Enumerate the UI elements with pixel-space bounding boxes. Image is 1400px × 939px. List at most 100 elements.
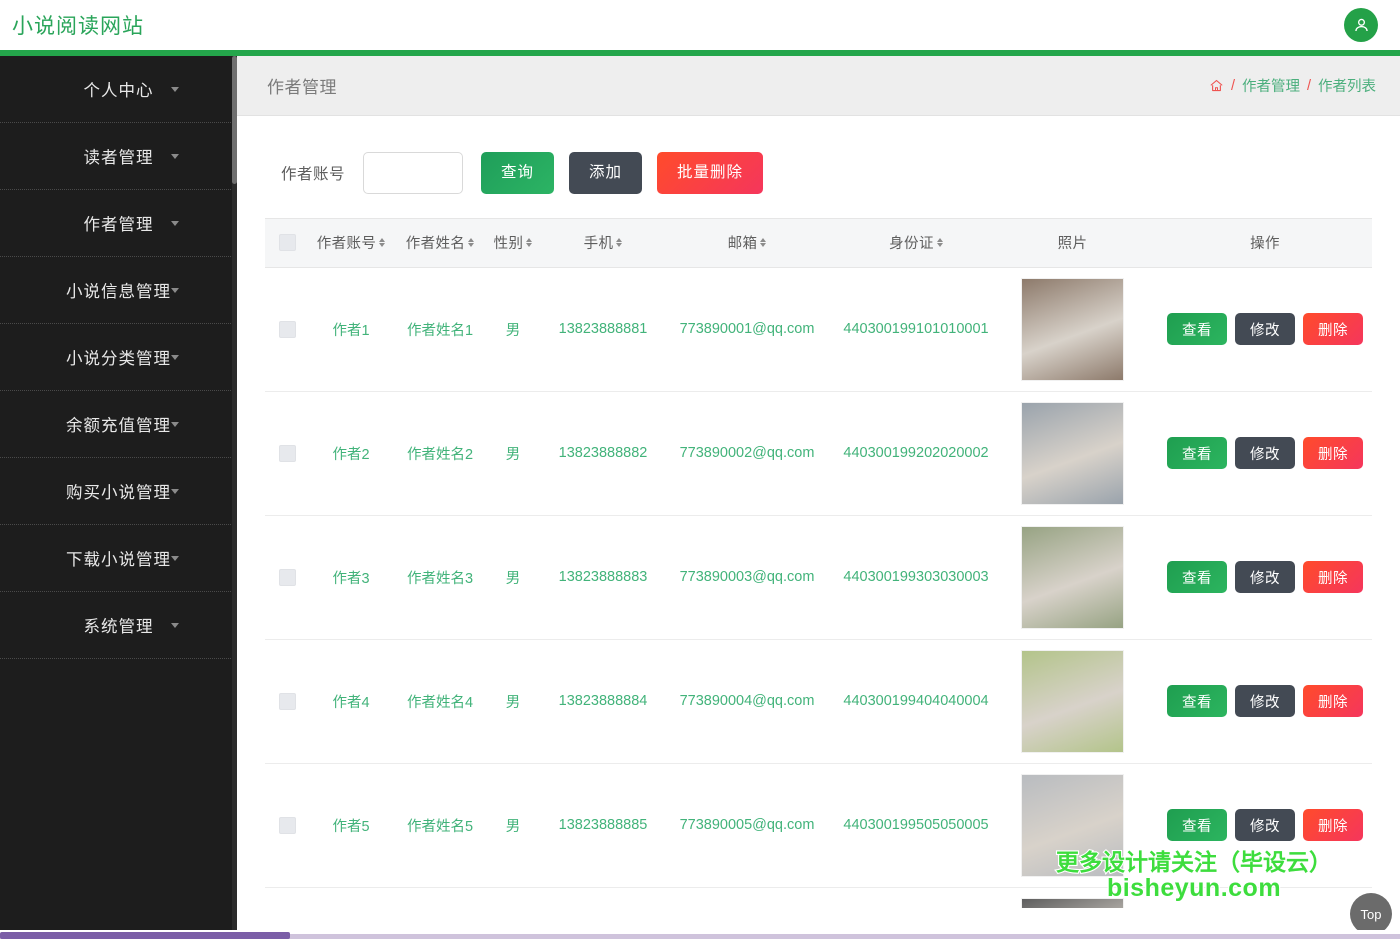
- cell-email[interactable]: 773890003@qq.com: [667, 515, 827, 640]
- row-checkbox[interactable]: [278, 568, 296, 586]
- add-button[interactable]: 添加: [569, 152, 643, 194]
- horizontal-scrollbar[interactable]: [0, 930, 1400, 939]
- home-icon[interactable]: [1209, 78, 1224, 93]
- sort-icon[interactable]: [379, 238, 386, 248]
- scroll-to-top-button[interactable]: Top: [1350, 893, 1392, 935]
- delete-button[interactable]: 删除: [1303, 313, 1363, 345]
- cell-account[interactable]: 作者4: [309, 639, 393, 764]
- edit-button[interactable]: 修改: [1235, 313, 1295, 345]
- row-checkbox-cell[interactable]: [265, 887, 309, 908]
- row-checkbox[interactable]: [278, 816, 296, 834]
- cell-account[interactable]: 作者3: [309, 515, 393, 640]
- cell-name[interactable]: 作者姓名6: [393, 887, 487, 908]
- sidebar-item-balance-recharge-management[interactable]: 余额充值管理: [0, 391, 237, 458]
- cell-email[interactable]: 773890001@qq.com: [667, 267, 827, 392]
- author-photo[interactable]: [1021, 897, 1124, 908]
- cell-name[interactable]: 作者姓名2: [393, 391, 487, 516]
- edit-button[interactable]: 修改: [1235, 561, 1295, 593]
- sort-icon[interactable]: [616, 238, 623, 248]
- cell-email[interactable]: 773890002@qq.com: [667, 391, 827, 516]
- breadcrumb-item-author-management[interactable]: 作者管理: [1242, 75, 1300, 96]
- cell-phone[interactable]: 13823888884: [539, 639, 667, 764]
- cell-phone[interactable]: 13823888881: [539, 267, 667, 392]
- delete-button[interactable]: 删除: [1303, 561, 1363, 593]
- cell-photo[interactable]: [1005, 267, 1140, 392]
- view-button[interactable]: 查看: [1167, 437, 1227, 469]
- cell-id-card[interactable]: 440300199303030003: [827, 515, 1005, 640]
- cell-phone[interactable]: 13823888883: [539, 515, 667, 640]
- cell-name[interactable]: 作者姓名4: [393, 639, 487, 764]
- select-all-checkbox[interactable]: [278, 234, 296, 252]
- sort-icon[interactable]: [760, 238, 767, 248]
- cell-account[interactable]: 作者1: [309, 267, 393, 392]
- cell-account[interactable]: 作者6: [309, 887, 393, 908]
- cell-id-card[interactable]: 440300199505050005: [827, 763, 1005, 888]
- th-select-all[interactable]: [265, 219, 309, 268]
- cell-id-card[interactable]: 440300199202020002: [827, 391, 1005, 516]
- cell-photo[interactable]: [1005, 887, 1140, 908]
- cell-phone[interactable]: 13823888885: [539, 763, 667, 888]
- th-phone[interactable]: 手机: [539, 219, 667, 268]
- view-button[interactable]: 查看: [1167, 685, 1227, 717]
- query-button[interactable]: 查询: [481, 152, 555, 194]
- view-button[interactable]: 查看: [1167, 313, 1227, 345]
- cell-email[interactable]: 773890005@qq.com: [667, 763, 827, 888]
- sidebar-item-purchase-novel-management[interactable]: 购买小说管理: [0, 458, 237, 525]
- th-account[interactable]: 作者账号: [309, 219, 393, 268]
- row-checkbox-cell[interactable]: [265, 391, 309, 516]
- row-checkbox-cell[interactable]: [265, 515, 309, 640]
- sidebar-item-reader-management[interactable]: 读者管理: [0, 123, 237, 190]
- sidebar-item-author-management[interactable]: 作者管理: [0, 190, 237, 257]
- cell-photo[interactable]: [1005, 639, 1140, 764]
- cell-account[interactable]: 作者5: [309, 763, 393, 888]
- delete-button[interactable]: 删除: [1303, 437, 1363, 469]
- th-email[interactable]: 邮箱: [667, 219, 827, 268]
- horizontal-scrollbar-thumb[interactable]: [0, 932, 290, 939]
- sort-icon[interactable]: [526, 238, 533, 248]
- th-gender[interactable]: 性别: [487, 219, 539, 268]
- search-input[interactable]: [363, 152, 464, 194]
- cell-name[interactable]: 作者姓名5: [393, 763, 487, 888]
- cell-photo[interactable]: [1005, 391, 1140, 516]
- cell-phone[interactable]: 13823888886: [539, 887, 667, 908]
- cell-photo[interactable]: [1005, 515, 1140, 640]
- row-checkbox-cell[interactable]: [265, 639, 309, 764]
- th-name[interactable]: 作者姓名: [393, 219, 487, 268]
- sidebar-item-system-management[interactable]: 系统管理: [0, 592, 237, 659]
- row-checkbox[interactable]: [278, 444, 296, 462]
- edit-button[interactable]: 修改: [1235, 809, 1295, 841]
- author-photo[interactable]: [1021, 525, 1124, 629]
- cell-name[interactable]: 作者姓名3: [393, 515, 487, 640]
- cell-id-card[interactable]: 440300199606060006: [827, 887, 1005, 908]
- sidebar-item-personal-center[interactable]: 个人中心: [0, 56, 237, 123]
- cell-email[interactable]: 773890004@qq.com: [667, 639, 827, 764]
- view-button[interactable]: 查看: [1167, 809, 1227, 841]
- author-photo[interactable]: [1021, 773, 1124, 877]
- sidebar-item-novel-info-management[interactable]: 小说信息管理: [0, 257, 237, 324]
- row-checkbox-cell[interactable]: [265, 267, 309, 392]
- breadcrumb-item-author-list[interactable]: 作者列表: [1318, 75, 1376, 96]
- cell-name[interactable]: 作者姓名1: [393, 267, 487, 392]
- sort-icon[interactable]: [468, 238, 475, 248]
- avatar[interactable]: [1344, 8, 1378, 42]
- cell-email[interactable]: 773890006@qq.com: [667, 887, 827, 908]
- cell-account[interactable]: 作者2: [309, 391, 393, 516]
- author-photo[interactable]: [1021, 649, 1124, 753]
- delete-button[interactable]: 删除: [1303, 685, 1363, 717]
- edit-button[interactable]: 修改: [1235, 437, 1295, 469]
- th-id-card[interactable]: 身份证: [827, 219, 1005, 268]
- batch-delete-button[interactable]: 批量删除: [657, 152, 764, 194]
- view-button[interactable]: 查看: [1167, 561, 1227, 593]
- row-checkbox-cell[interactable]: [265, 763, 309, 888]
- sort-icon[interactable]: [936, 238, 943, 248]
- cell-phone[interactable]: 13823888882: [539, 391, 667, 516]
- row-checkbox[interactable]: [278, 320, 296, 338]
- cell-photo[interactable]: [1005, 763, 1140, 888]
- cell-id-card[interactable]: 440300199404040004: [827, 639, 1005, 764]
- author-photo[interactable]: [1021, 277, 1124, 381]
- row-checkbox[interactable]: [278, 692, 296, 710]
- author-photo[interactable]: [1021, 401, 1124, 505]
- cell-id-card[interactable]: 440300199101010001: [827, 267, 1005, 392]
- edit-button[interactable]: 修改: [1235, 685, 1295, 717]
- delete-button[interactable]: 删除: [1303, 809, 1363, 841]
